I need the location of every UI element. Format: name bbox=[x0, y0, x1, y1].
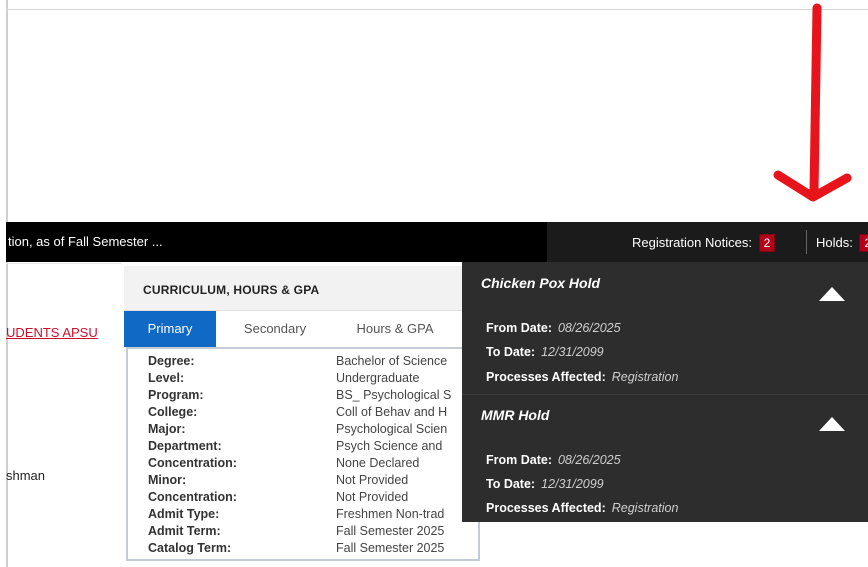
hold-title: Chicken Pox Hold bbox=[481, 275, 601, 291]
holds-count-badge: 2 bbox=[859, 234, 868, 252]
hold-from-label: From Date: bbox=[486, 321, 552, 335]
hold-to-date: To Date: 12/31/2099 bbox=[486, 345, 604, 359]
detail-label: Program: bbox=[148, 388, 204, 402]
detail-value: Bachelor of Science bbox=[336, 354, 448, 368]
detail-value: None Declared bbox=[336, 456, 420, 470]
detail-value: Not Provided bbox=[336, 490, 409, 504]
detail-value: Fall Semester 2025 bbox=[336, 541, 445, 555]
frame-top-border bbox=[6, 9, 868, 10]
hold-separator bbox=[462, 394, 868, 395]
detail-label: Minor: bbox=[148, 473, 187, 487]
detail-label: College: bbox=[148, 405, 198, 419]
student-group-link[interactable]: UDENTS APSU bbox=[6, 325, 98, 340]
hold-from-value: 08/26/2025 bbox=[557, 321, 621, 335]
hold-from-date: From Date: 08/26/2025 bbox=[486, 453, 621, 467]
holds-dropdown: Chicken Pox Hold From Date: 08/26/2025 To… bbox=[462, 262, 868, 522]
detail-value: Not Provided bbox=[336, 473, 409, 487]
classification-value: shman bbox=[6, 468, 46, 483]
detail-label: Concentration: bbox=[148, 490, 237, 504]
detail-label: Concentration: bbox=[148, 456, 237, 470]
tab-secondary[interactable]: Secondary bbox=[220, 311, 330, 347]
notices-divider bbox=[806, 230, 807, 254]
detail-value: Freshmen Non-trad bbox=[336, 507, 445, 521]
detail-value: Coll of Behav and H bbox=[336, 405, 448, 419]
hold-to-date: To Date: 12/31/2099 bbox=[486, 477, 604, 491]
left-column-divider bbox=[6, 263, 121, 264]
hold-to-value: 12/31/2099 bbox=[541, 477, 604, 491]
hold-from-value: 08/26/2025 bbox=[557, 453, 621, 467]
hold-processes: Processes Affected: Registration bbox=[486, 370, 678, 384]
curriculum-tabs: Primary Secondary Hours & GPA bbox=[124, 311, 468, 347]
hold-from-date: From Date: 08/26/2025 bbox=[486, 321, 621, 335]
hold-to-label: To Date: bbox=[486, 345, 536, 359]
collapse-up-icon[interactable] bbox=[817, 284, 847, 304]
hold-processes-label: Processes Affected: bbox=[486, 501, 606, 515]
detail-label: Level: bbox=[148, 371, 185, 385]
hold-from-label: From Date: bbox=[486, 453, 552, 467]
collapse-up-icon[interactable] bbox=[817, 414, 847, 434]
detail-value: Psychological Scien bbox=[336, 422, 448, 436]
registration-notices-label: Registration Notices: bbox=[632, 235, 752, 250]
holds-button[interactable]: Holds: 2 bbox=[816, 234, 868, 252]
hold-to-label: To Date: bbox=[486, 477, 536, 491]
detail-value: Fall Semester 2025 bbox=[336, 524, 445, 538]
registration-notices-button[interactable]: Registration Notices: 2 bbox=[632, 234, 776, 252]
hold-processes-value: Registration bbox=[611, 370, 679, 384]
hold-processes-label: Processes Affected: bbox=[486, 370, 606, 384]
registration-notices-count-badge: 2 bbox=[758, 234, 776, 252]
annotation-arrow-icon bbox=[773, 3, 852, 202]
tab-primary[interactable]: Primary bbox=[124, 311, 216, 347]
detail-label: Admit Type: bbox=[148, 507, 220, 521]
status-bar: tion, as of Fall Semester ... Registrati… bbox=[6, 222, 868, 262]
hold-to-value: 12/31/2099 bbox=[541, 345, 604, 359]
tab-hours-gpa[interactable]: Hours & GPA bbox=[332, 311, 458, 347]
detail-label: Major: bbox=[148, 422, 186, 436]
detail-value: Psych Science and bbox=[336, 439, 443, 453]
curriculum-panel-title: CURRICULUM, HOURS & GPA bbox=[143, 283, 320, 297]
curriculum-details: Degree: Bachelor of Science Level: Undergr… bbox=[126, 347, 480, 561]
holds-label: Holds: bbox=[816, 235, 853, 250]
hold-processes-value: Registration bbox=[611, 501, 679, 515]
status-text: tion, as of Fall Semester ... bbox=[8, 234, 163, 249]
hold-processes: Processes Affected: Registration bbox=[486, 501, 678, 515]
detail-label: Admit Term: bbox=[148, 524, 221, 538]
detail-label: Degree: bbox=[148, 354, 195, 368]
detail-label: Catalog Term: bbox=[148, 541, 232, 555]
curriculum-panel-header: CURRICULUM, HOURS & GPA bbox=[124, 266, 468, 311]
detail-value: BS_ Psychological S bbox=[336, 388, 452, 402]
detail-value: Undergraduate bbox=[336, 371, 420, 385]
detail-label: Department: bbox=[148, 439, 222, 453]
hold-title: MMR Hold bbox=[481, 407, 550, 423]
